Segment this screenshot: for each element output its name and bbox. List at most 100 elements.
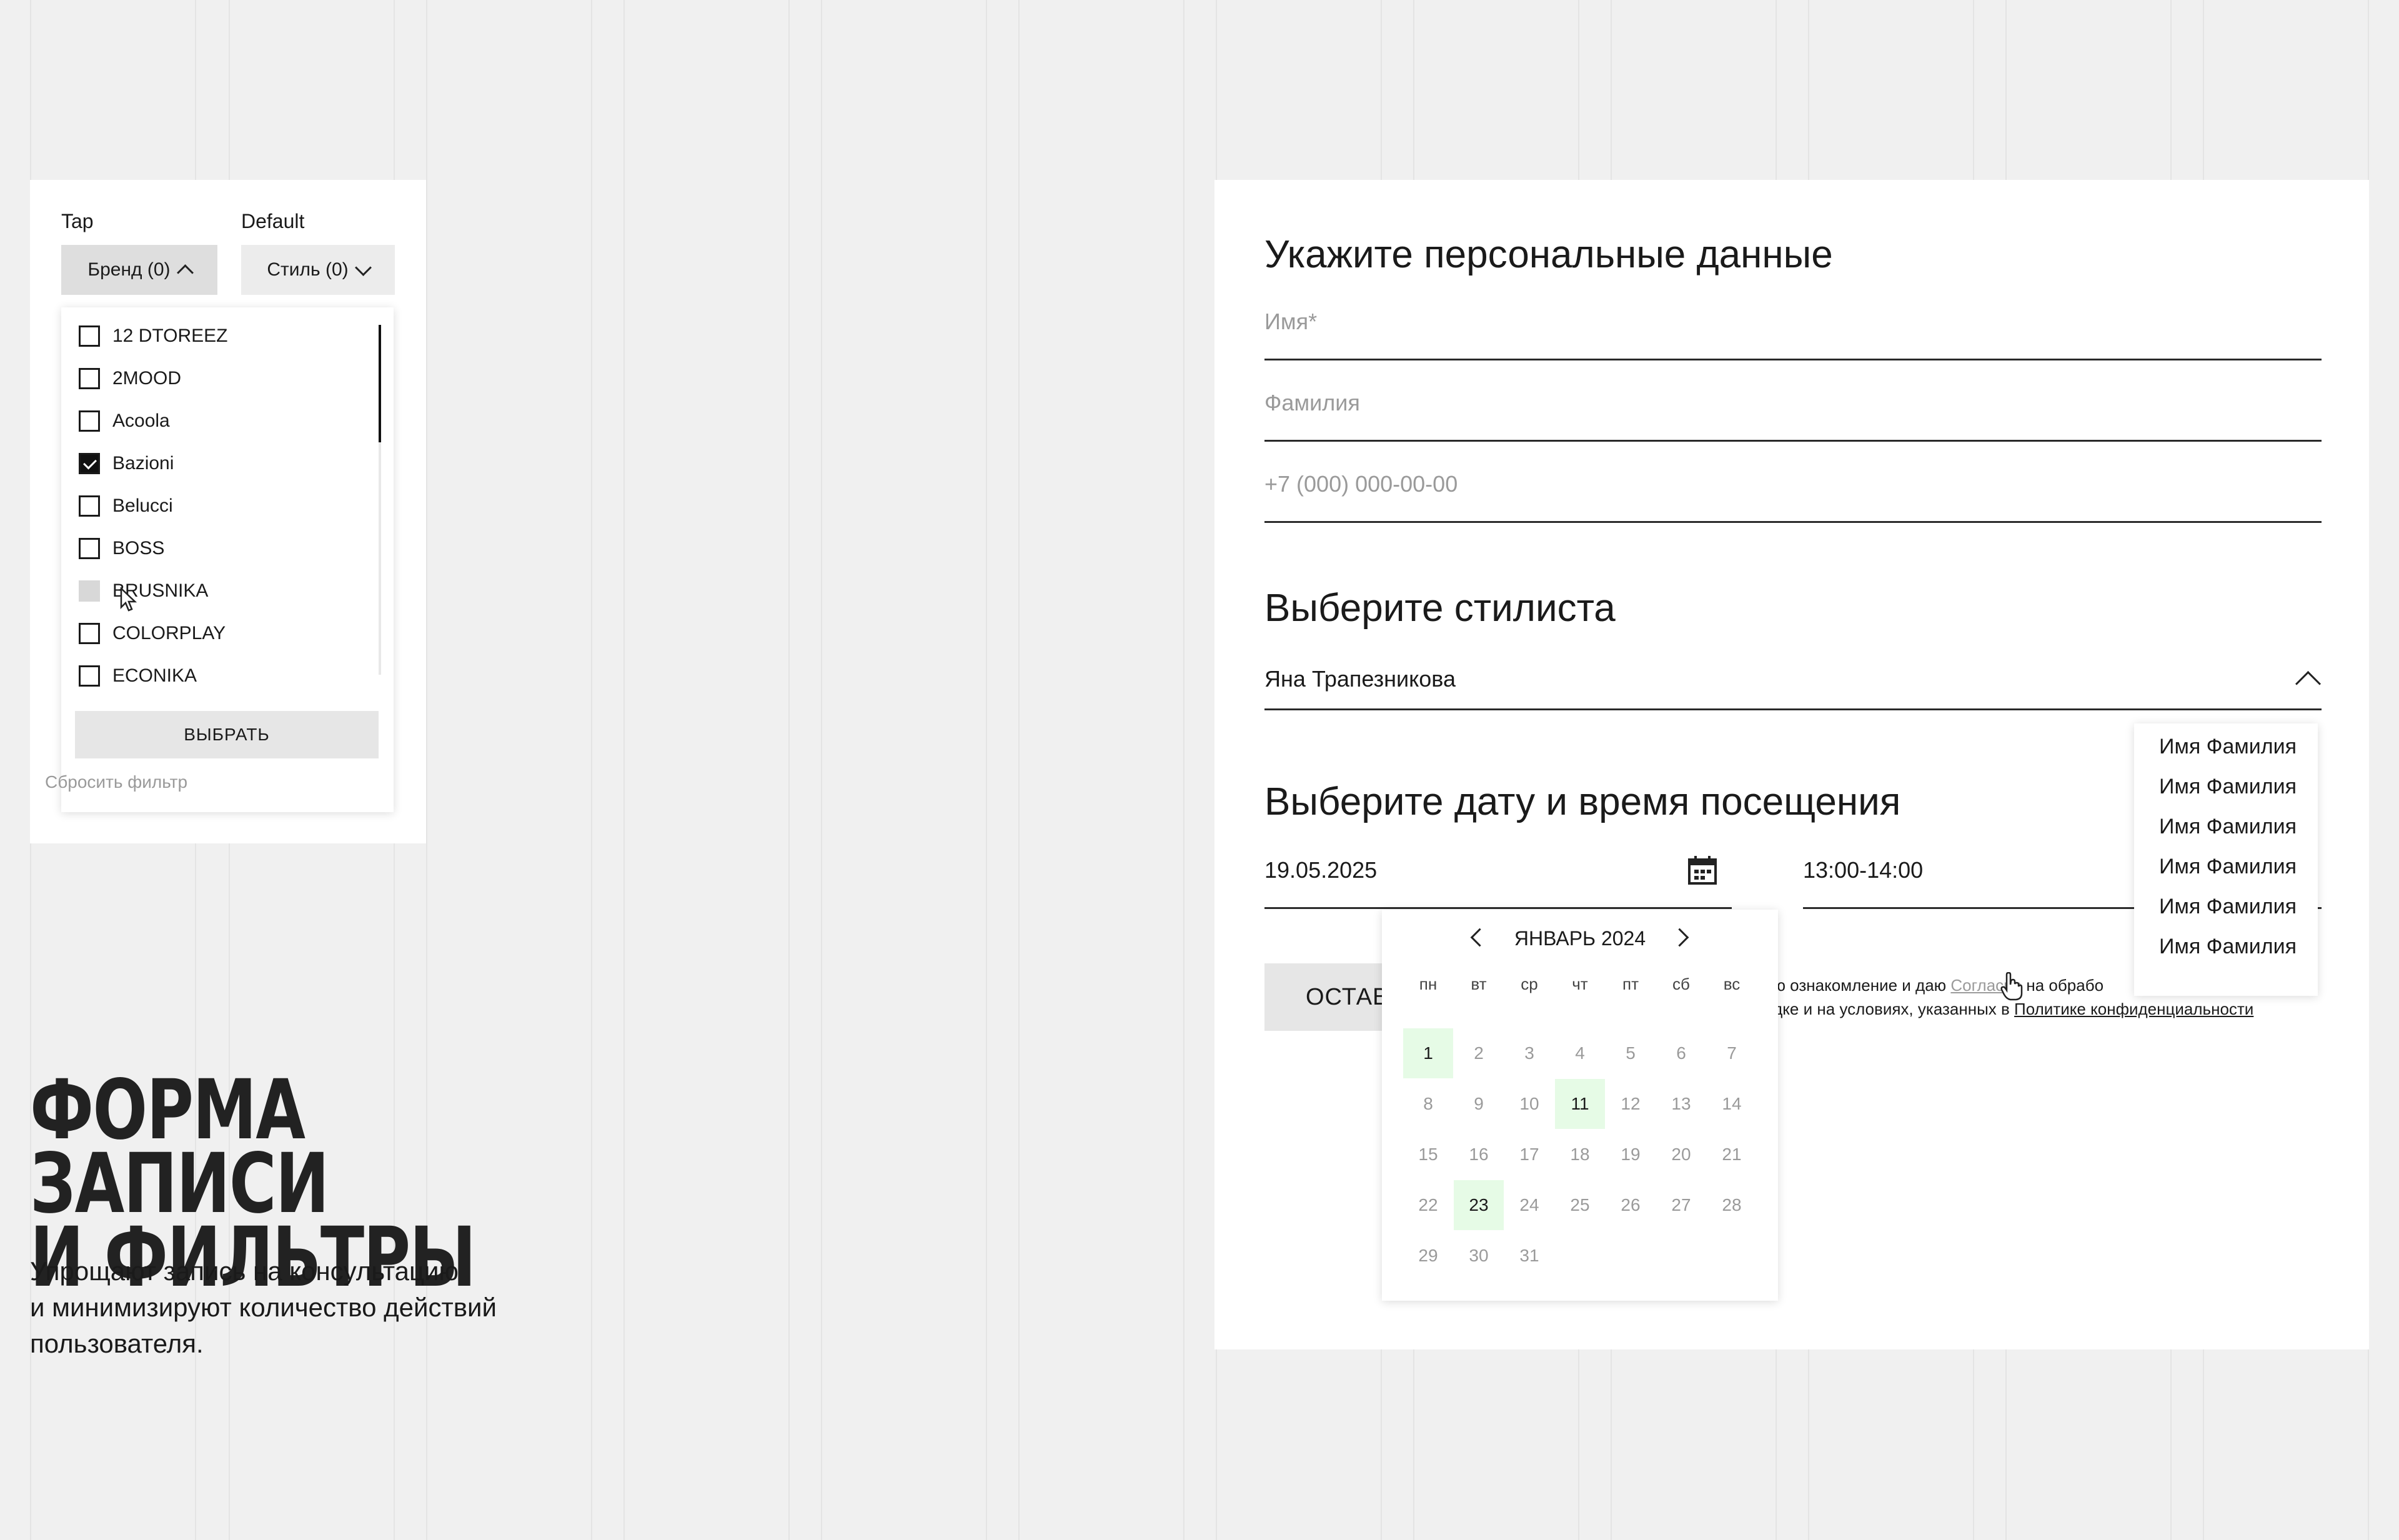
calendar-day[interactable]: 15 <box>1403 1130 1453 1180</box>
calendar-day[interactable]: 19 <box>1606 1130 1656 1180</box>
checkbox[interactable] <box>79 495 100 517</box>
stylist-option[interactable]: Имя Фамилия <box>2159 855 2297 879</box>
checkbox[interactable] <box>79 538 100 559</box>
brand-option-2mood[interactable]: 2MOOD <box>79 360 181 397</box>
weekday-label: пт <box>1622 975 1639 993</box>
weekday-label: пн <box>1419 975 1438 993</box>
calendar-day-highlighted[interactable]: 23 <box>1454 1180 1504 1230</box>
calendar-day[interactable]: 2 <box>1454 1028 1504 1078</box>
consent-text-part: на обрабо <box>2022 976 2104 995</box>
brand-option-belucci[interactable]: Belucci <box>79 487 173 525</box>
reset-filter-link[interactable]: Сбросить фильтр <box>45 772 187 792</box>
brand-option-acoola[interactable]: Acoola <box>79 402 170 440</box>
apply-filter-button[interactable]: ВЫБРАТЬ <box>75 711 379 758</box>
calendar-day[interactable]: 8 <box>1403 1079 1453 1129</box>
calendar-day[interactable]: 18 <box>1555 1130 1605 1180</box>
scrollbar-thumb[interactable] <box>379 325 381 442</box>
privacy-policy-link[interactable]: Политике конфиденциальности <box>2014 1000 2253 1018</box>
calendar-day[interactable]: 21 <box>1707 1130 1757 1180</box>
checkbox[interactable] <box>79 665 100 687</box>
calendar-day[interactable]: 26 <box>1606 1180 1656 1230</box>
grid-line <box>1183 0 1185 1540</box>
stylist-option[interactable]: Имя Фамилия <box>2159 775 2297 799</box>
filter-panel: Tap Default Бренд (0) Стиль (0) 12 DTORE… <box>30 180 426 843</box>
calendar-icon[interactable] <box>1687 855 1718 886</box>
brand-option-brusnika[interactable]: BRUSNIKA <box>79 572 208 610</box>
calendar-day[interactable]: 7 <box>1707 1028 1757 1078</box>
calendar-day[interactable]: 25 <box>1555 1180 1605 1230</box>
calendar-day[interactable]: 14 <box>1707 1079 1757 1129</box>
stylist-option[interactable]: Имя Фамилия <box>2159 895 2297 919</box>
brand-option-label: Acoola <box>112 410 170 431</box>
grid-line <box>623 0 625 1540</box>
calendar-day[interactable]: 24 <box>1504 1180 1554 1230</box>
brand-option-colorplay[interactable]: COLORPLAY <box>79 615 226 652</box>
stylist-heading: Выберите стилиста <box>1264 587 1616 630</box>
weekday-label: сб <box>1672 975 1690 993</box>
calendar-day[interactable]: 9 <box>1454 1079 1504 1129</box>
brand-option-bazioni[interactable]: Bazioni <box>79 445 174 482</box>
calendar-day[interactable]: 6 <box>1656 1028 1706 1078</box>
surname-placeholder: Фамилия <box>1264 390 1360 415</box>
scrollbar[interactable] <box>379 325 381 675</box>
calendar-day-highlighted[interactable]: 11 <box>1555 1079 1605 1129</box>
tap-label: Tap <box>61 210 94 232</box>
date-field[interactable]: 19.05.2025 <box>1264 855 1732 909</box>
weekday-label: чт <box>1572 975 1588 993</box>
brand-option-label: ECONIKA <box>112 665 197 686</box>
surname-field[interactable]: Фамилия <box>1264 390 2322 442</box>
calendar-day[interactable]: 4 <box>1555 1028 1605 1078</box>
stylist-option[interactable]: Имя Фамилия <box>2159 935 2297 959</box>
calendar-day[interactable]: 10 <box>1504 1079 1554 1129</box>
stylist-option[interactable]: Имя Фамилия <box>2159 735 2297 759</box>
name-field[interactable]: Имя* <box>1264 309 2322 360</box>
checkbox[interactable] <box>79 325 100 347</box>
calendar-day[interactable]: 16 <box>1454 1130 1504 1180</box>
brand-option-boss[interactable]: BOSS <box>79 530 164 567</box>
weekday-label: вт <box>1471 975 1487 993</box>
brand-option-12-dtoreez[interactable]: 12 DTOREEZ <box>79 317 228 355</box>
calendar-day[interactable]: 28 <box>1707 1180 1757 1230</box>
calendar-day[interactable]: 30 <box>1454 1231 1504 1281</box>
brand-option-label: Bazioni <box>112 453 174 474</box>
mouse-pointer-icon <box>120 587 137 612</box>
style-filter-label: Стиль (0) <box>267 259 349 280</box>
brand-filter-button[interactable]: Бренд (0) <box>61 245 217 295</box>
phone-field[interactable]: +7 (000) 000-00-00 <box>1264 471 2322 523</box>
brand-option-label: 2MOOD <box>112 368 182 389</box>
grid-line <box>986 0 987 1540</box>
consent-text-part: ядке и на условиях, указанных в <box>1764 1000 2015 1018</box>
calendar-day[interactable]: 13 <box>1656 1079 1706 1129</box>
checkbox-checked[interactable] <box>79 453 100 474</box>
calendar-day[interactable]: 22 <box>1403 1180 1453 1230</box>
stylist-option[interactable]: Имя Фамилия <box>2159 815 2297 839</box>
chevron-up-icon <box>176 264 194 281</box>
calendar-day[interactable]: 29 <box>1403 1231 1453 1281</box>
default-label: Default <box>241 210 305 232</box>
checkbox[interactable] <box>79 368 100 389</box>
checkbox-hover[interactable] <box>79 580 100 602</box>
personal-data-heading: Укажите персональные данные <box>1264 233 1833 276</box>
date-value: 19.05.2025 <box>1264 857 1378 883</box>
time-value: 13:00-14:00 <box>1803 857 1924 883</box>
page-description-line: и минимизируют количество действий <box>30 1293 497 1322</box>
style-filter-button[interactable]: Стиль (0) <box>241 245 395 295</box>
stylist-dropdown: Имя Фамилия Имя Фамилия Имя Фамилия Имя … <box>2134 723 2318 996</box>
calendar-day[interactable]: 20 <box>1656 1130 1706 1180</box>
calendar-day[interactable]: 12 <box>1606 1079 1656 1129</box>
calendar-day[interactable]: 3 <box>1504 1028 1554 1078</box>
calendar-day[interactable]: 5 <box>1606 1028 1656 1078</box>
calendar-day[interactable]: 17 <box>1504 1130 1554 1180</box>
grid-line <box>821 0 822 1540</box>
brand-option-label: COLORPLAY <box>112 623 226 643</box>
checkbox[interactable] <box>79 410 100 432</box>
weekday-label: ср <box>1521 975 1538 993</box>
checkbox[interactable] <box>79 623 100 644</box>
page-title-line: ФОРМА ЗАПИСИ <box>30 1062 329 1232</box>
chevron-up-icon <box>2295 670 2322 697</box>
calendar-day[interactable]: 27 <box>1656 1180 1706 1230</box>
stylist-select[interactable]: Яна Трапезникова <box>1264 666 2322 710</box>
brand-option-econika[interactable]: ECONIKA <box>79 657 197 695</box>
calendar-day-highlighted[interactable]: 1 <box>1403 1028 1453 1078</box>
calendar-day[interactable]: 31 <box>1504 1231 1554 1281</box>
